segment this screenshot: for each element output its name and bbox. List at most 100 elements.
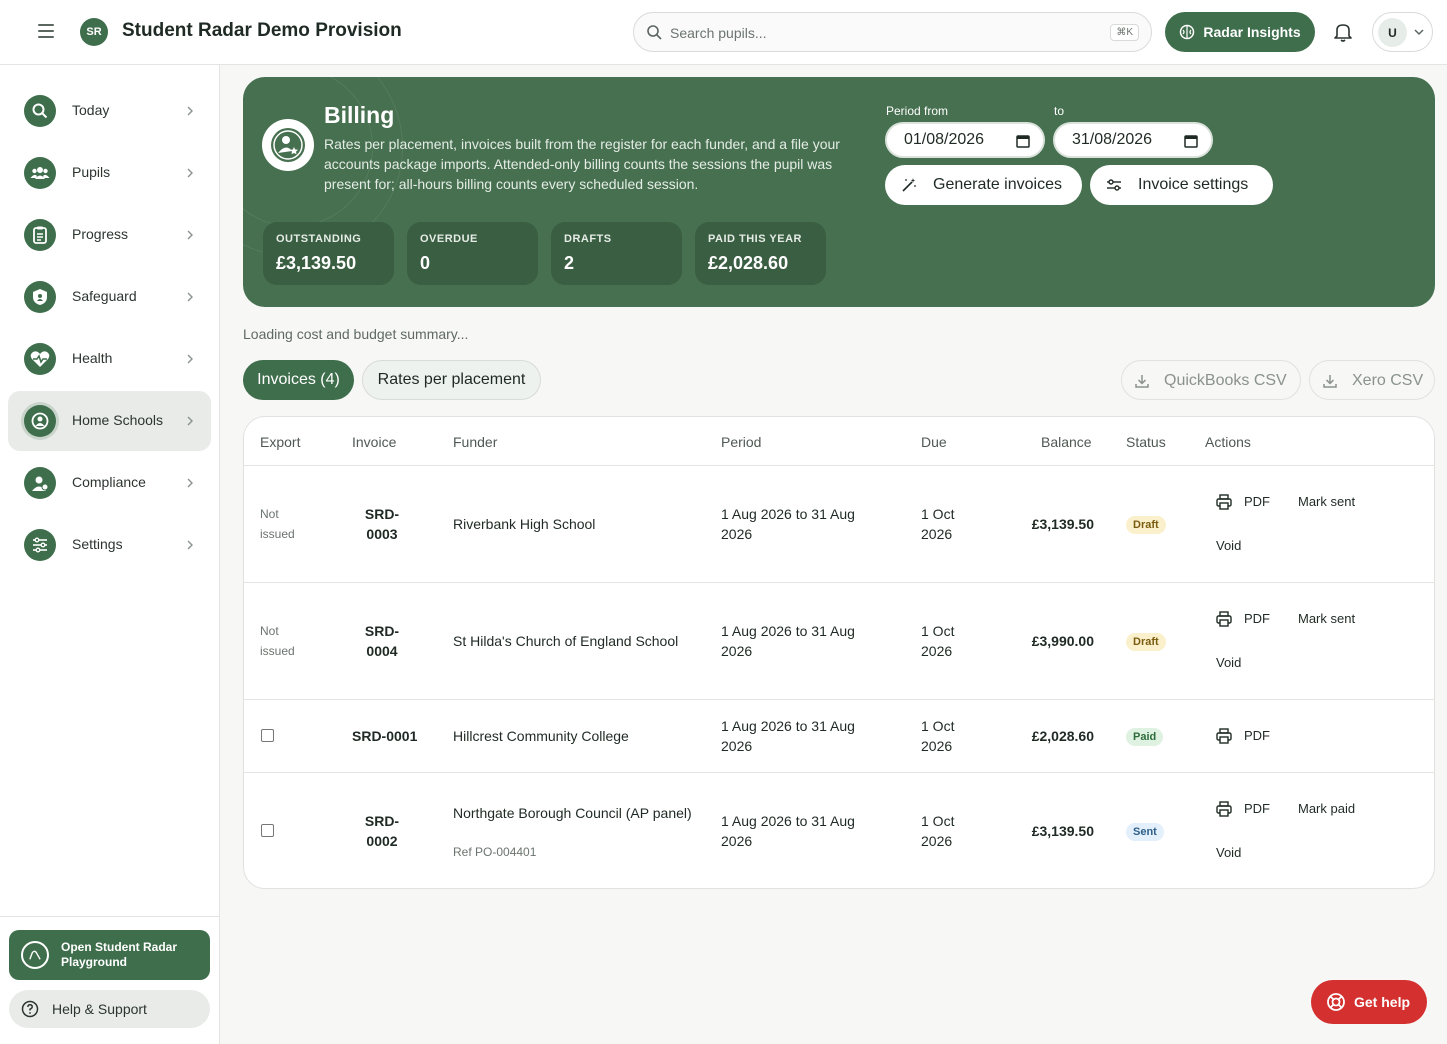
stat-drafts: DRAFTS 2 [551, 222, 682, 285]
search-input[interactable] [670, 22, 1070, 44]
pdf-link[interactable]: PDF [1244, 728, 1270, 743]
printer-icon[interactable] [1216, 728, 1232, 744]
table-row: SRD-0002 Northgate Borough Council (AP p… [244, 772, 1434, 888]
sidebar-item-today[interactable]: Today [8, 81, 211, 141]
invoice-settings-label: Invoice settings [1138, 176, 1249, 193]
period-from-input[interactable]: 01/08/2026 [885, 122, 1045, 158]
table-row: SRD-0001 Hillcrest Community College 1 A… [244, 699, 1434, 772]
void-button[interactable]: Void [1216, 655, 1241, 670]
stat-overdue: OVERDUE 0 [407, 222, 538, 285]
pdf-link[interactable]: PDF [1244, 494, 1270, 509]
export-checkbox[interactable] [261, 729, 274, 742]
period-to-input[interactable]: 31/08/2026 [1053, 122, 1213, 158]
invoice-number: SRD-0003 [364, 506, 400, 542]
printer-icon[interactable] [1216, 494, 1232, 510]
sidebar: Today Pupils Progress Safeguard Health H… [0, 65, 220, 1044]
brain-icon [1180, 24, 1195, 40]
funder-name: Hillcrest Community College [453, 728, 629, 744]
billing-description: Rates per placement, invoices built from… [324, 136, 840, 192]
stat-label: DRAFTS [564, 233, 612, 245]
chevron-right-icon [187, 168, 193, 178]
printer-icon[interactable] [1216, 611, 1232, 627]
tab-rates-per-placement[interactable]: Rates per placement [362, 360, 541, 400]
search-bar[interactable]: ⌘K [633, 12, 1152, 52]
xero-csv-label: Xero CSV [1352, 372, 1424, 389]
loading-summary-text: Loading cost and budget summary... [243, 326, 469, 342]
billing-title: Billing [324, 102, 395, 128]
sidebar-item-label: Pupils [72, 164, 111, 180]
mark-paid-button[interactable]: Mark paid [1298, 801, 1355, 816]
people-icon [24, 157, 56, 189]
column-header-balance: Balance [1041, 434, 1092, 450]
balance: £3,139.50 [1031, 823, 1094, 839]
sidebar-item-health[interactable]: Health [8, 329, 211, 389]
mark-sent-button[interactable]: Mark sent [1298, 494, 1355, 509]
get-help-button[interactable]: Get help [1311, 980, 1427, 1024]
column-header-actions: Actions [1205, 434, 1251, 450]
bell-icon[interactable] [1333, 21, 1353, 43]
sidebar-item-home-schools[interactable]: Home Schools [8, 391, 211, 451]
sidebar-item-label: Today [72, 102, 110, 118]
help-support-button[interactable]: Help & Support [9, 990, 210, 1028]
xero-csv-button[interactable]: Xero CSV [1309, 360, 1435, 400]
search-shortcut-hint: ⌘K [1110, 24, 1139, 41]
due-date: 1 Oct 2026 [921, 506, 955, 542]
void-button[interactable]: Void [1216, 538, 1241, 553]
stat-label: PAID THIS YEAR [708, 233, 802, 245]
chevron-right-icon [187, 230, 193, 240]
balance: £3,990.00 [1031, 633, 1094, 649]
quickbooks-csv-button[interactable]: QuickBooks CSV [1121, 360, 1301, 400]
magic-wand-icon [902, 178, 916, 192]
stat-value: £2,028.60 [708, 253, 789, 273]
chevron-right-icon [187, 540, 193, 550]
sidebar-item-pupils[interactable]: Pupils [8, 143, 211, 203]
sidebar-item-label: Home Schools [72, 412, 164, 428]
period-range: 1 Aug 2026 to 31 Aug 2026 [721, 506, 855, 542]
column-header-export: Export [260, 434, 301, 450]
radar-insights-button[interactable]: Radar Insights [1165, 12, 1315, 52]
sidebar-item-safeguard[interactable]: Safeguard [8, 267, 211, 327]
search-icon [647, 25, 662, 40]
column-header-due: Due [921, 434, 947, 450]
calendar-icon[interactable] [1016, 134, 1030, 148]
generate-invoices-button[interactable]: Generate invoices [885, 165, 1082, 205]
stat-value: £3,139.50 [276, 253, 357, 273]
chevron-right-icon [187, 478, 193, 488]
sliders-icon [1107, 179, 1121, 191]
printer-icon[interactable] [1216, 801, 1232, 817]
funder-name: Northgate Borough Council (AP panel) [453, 805, 692, 821]
invoice-settings-button[interactable]: Invoice settings [1090, 165, 1273, 205]
calendar-icon[interactable] [1184, 134, 1198, 148]
top-bar: SR Student Radar Demo Provision ⌘K Radar… [0, 0, 1447, 65]
user-menu[interactable]: U [1372, 12, 1433, 52]
mark-sent-button[interactable]: Mark sent [1298, 611, 1355, 626]
period-from-label: Period from [886, 104, 949, 118]
column-header-invoice: Invoice [352, 434, 397, 450]
menu-icon[interactable] [34, 20, 58, 44]
download-icon [1323, 375, 1337, 388]
open-playground-button[interactable]: Open Student Radar Playground [9, 930, 210, 980]
chevron-right-icon [187, 354, 193, 364]
balance: £3,139.50 [1031, 516, 1094, 532]
period-to-value: 31/08/2026 [1072, 131, 1153, 148]
export-status: Not issued [260, 507, 295, 541]
pdf-link[interactable]: PDF [1244, 801, 1270, 816]
pdf-link[interactable]: PDF [1244, 611, 1270, 626]
export-checkbox[interactable] [261, 824, 274, 837]
void-button[interactable]: Void [1216, 845, 1241, 860]
sidebar-item-progress[interactable]: Progress [8, 205, 211, 265]
generate-invoices-label: Generate invoices [933, 176, 1062, 193]
chevron-right-icon [187, 292, 193, 302]
stat-outstanding: OUTSTANDING £3,139.50 [263, 222, 394, 285]
help-support-label: Help & Support [52, 1001, 147, 1017]
shield-icon [24, 281, 56, 313]
school-icon [24, 405, 56, 437]
sidebar-item-label: Settings [72, 536, 123, 552]
tab-invoices[interactable]: Invoices (4) [243, 360, 354, 400]
sidebar-item-compliance[interactable]: Compliance [8, 453, 211, 513]
get-help-label: Get help [1354, 994, 1411, 1010]
period-range: 1 Aug 2026 to 31 Aug 2026 [721, 813, 855, 849]
sidebar-item-settings[interactable]: Settings [8, 515, 211, 575]
stat-paid-this-year: PAID THIS YEAR £2,028.60 [695, 222, 826, 285]
invoices-table: Export Invoice Funder Period Due Balance… [243, 416, 1435, 889]
